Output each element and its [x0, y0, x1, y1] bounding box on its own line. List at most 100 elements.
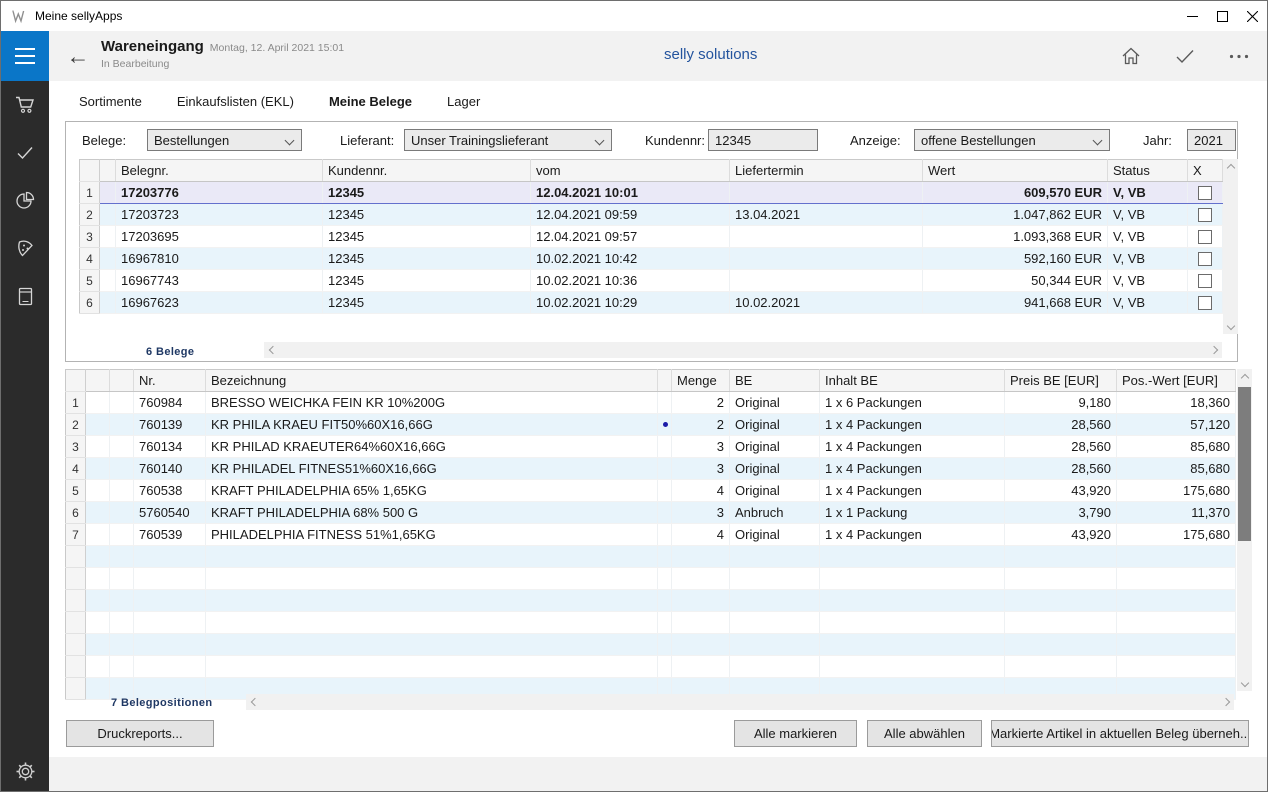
cell-kundennr[interactable]: 12345: [323, 292, 531, 314]
beleg-row[interactable]: 3 172036951234512.04.2021 09:57 1.093,368 …: [80, 226, 1223, 248]
tab-lager[interactable]: Lager: [447, 94, 480, 109]
cell-nr[interactable]: 760140: [134, 458, 206, 480]
cell-pos_wert[interactable]: 11,370: [1117, 502, 1236, 524]
cell-nr[interactable]: 760134: [134, 436, 206, 458]
lieferant-filter-select[interactable]: Unser Trainingslieferant: [404, 129, 612, 151]
col-header-nr[interactable]: Nr.: [134, 370, 206, 392]
cell-pos_wert[interactable]: 85,680: [1117, 436, 1236, 458]
cell-vom[interactable]: 10.02.2021 10:42: [531, 248, 730, 270]
row-number[interactable]: 2: [80, 204, 100, 226]
cell-nr[interactable]: 760539: [134, 524, 206, 546]
col-header-preis[interactable]: Preis BE [EUR]: [1005, 370, 1117, 392]
position-row[interactable]: 2760139KR PHILA KRAEU FIT50%60X16,66G2Or…: [66, 414, 1236, 436]
cell-kundennr[interactable]: 12345: [323, 226, 531, 248]
cell-wert[interactable]: 1.093,368 EUR: [923, 226, 1108, 248]
cell-menge[interactable]: 3: [672, 458, 730, 480]
col-header-belegnr[interactable]: Belegnr.: [116, 160, 323, 182]
jahr-input[interactable]: 2021: [1187, 129, 1236, 151]
col-header-wert[interactable]: Wert: [923, 160, 1108, 182]
row-number[interactable]: 3: [80, 226, 100, 248]
cell-be[interactable]: Original: [730, 414, 820, 436]
position-row[interactable]: 1760984BRESSO WEICHKA FEIN KR 10%200G2Or…: [66, 392, 1236, 414]
cell-liefertermin[interactable]: 13.04.2021: [730, 204, 923, 226]
cell-pos_wert[interactable]: 18,360: [1117, 392, 1236, 414]
cell-checkbox[interactable]: [1188, 248, 1223, 270]
cell-kundennr[interactable]: 12345: [323, 182, 531, 204]
sidebar-item-pizza[interactable]: [1, 231, 49, 265]
uebernehmen-button[interactable]: Markierte Artikel in aktuellen Beleg übe…: [991, 720, 1249, 747]
hamburger-menu-button[interactable]: [1, 31, 49, 81]
cell-checkbox[interactable]: [1188, 270, 1223, 292]
sidebar-item-settings[interactable]: [1, 754, 49, 788]
row-number[interactable]: 1: [66, 392, 86, 414]
scroll-up-arrow-icon[interactable]: [1223, 161, 1238, 174]
cell-menge[interactable]: 3: [672, 436, 730, 458]
row-number[interactable]: 7: [66, 524, 86, 546]
cell-status[interactable]: V, VB: [1108, 248, 1188, 270]
belege-vertical-scrollbar[interactable]: [1223, 159, 1238, 334]
cell-checkbox[interactable]: [1188, 204, 1223, 226]
cell-nr[interactable]: 760139: [134, 414, 206, 436]
cell-nr[interactable]: 760538: [134, 480, 206, 502]
row-select-checkbox[interactable]: [1198, 296, 1212, 310]
row-number[interactable]: 6: [66, 502, 86, 524]
row-select-checkbox[interactable]: [1198, 252, 1212, 266]
cell-status[interactable]: V, VB: [1108, 204, 1188, 226]
row-number[interactable]: 5: [66, 480, 86, 502]
beleg-row[interactable]: 2172037231234512.04.2021 09:5913.04.2021…: [80, 204, 1223, 226]
sidebar-item-check[interactable]: [1, 136, 49, 170]
scrollbar-thumb[interactable]: [1238, 387, 1251, 541]
cell-nr[interactable]: 760984: [134, 392, 206, 414]
cell-nr[interactable]: 5760540: [134, 502, 206, 524]
cell-be[interactable]: Anbruch: [730, 502, 820, 524]
scroll-left-arrow-icon[interactable]: [266, 342, 279, 358]
maximize-button[interactable]: [1207, 1, 1237, 31]
cell-vom[interactable]: 12.04.2021 09:57: [531, 226, 730, 248]
scroll-right-arrow-icon[interactable]: [1219, 694, 1232, 710]
cell-status[interactable]: V, VB: [1108, 226, 1188, 248]
cell-inhalt[interactable]: 1 x 6 Packungen: [820, 392, 1005, 414]
cell-vom[interactable]: 12.04.2021 09:59: [531, 204, 730, 226]
row-select-checkbox[interactable]: [1198, 208, 1212, 222]
cell-bezeichnung[interactable]: PHILADELPHIA FITNESS 51%1,65KG: [206, 524, 658, 546]
cell-be[interactable]: Original: [730, 392, 820, 414]
cell-preis[interactable]: 9,180: [1005, 392, 1117, 414]
position-row[interactable]: 4760140KR PHILADEL FITNES51%60X16,66G3Or…: [66, 458, 1236, 480]
alle-abwaehlen-button[interactable]: Alle abwählen: [867, 720, 982, 747]
position-row[interactable]: 7760539PHILADELPHIA FITNESS 51%1,65KG4Or…: [66, 524, 1236, 546]
confirm-button[interactable]: [1169, 40, 1201, 72]
row-number[interactable]: 4: [80, 248, 100, 270]
cell-liefertermin[interactable]: 10.02.2021: [730, 292, 923, 314]
more-options-button[interactable]: [1223, 40, 1255, 72]
cell-status[interactable]: V, VB: [1108, 292, 1188, 314]
cell-liefertermin[interactable]: [730, 270, 923, 292]
cell-preis[interactable]: 28,560: [1005, 458, 1117, 480]
cell-menge[interactable]: 3: [672, 502, 730, 524]
cell-wert[interactable]: 941,668 EUR: [923, 292, 1108, 314]
cell-preis[interactable]: 28,560: [1005, 414, 1117, 436]
druckreports-button[interactable]: Druckreports...: [66, 720, 214, 747]
beleg-row[interactable]: 4169678101234510.02.2021 10:42592,160 EU…: [80, 248, 1223, 270]
cell-inhalt[interactable]: 1 x 4 Packungen: [820, 458, 1005, 480]
col-header-be[interactable]: BE: [730, 370, 820, 392]
sidebar-item-book[interactable]: [1, 279, 49, 313]
cell-status[interactable]: V, VB: [1108, 182, 1188, 204]
belege-horizontal-scrollbar[interactable]: [264, 342, 1222, 358]
position-row[interactable]: 65760540KRAFT PHILADELPHIA 68% 500 G3Anb…: [66, 502, 1236, 524]
cell-inhalt[interactable]: 1 x 4 Packungen: [820, 436, 1005, 458]
cell-be[interactable]: Original: [730, 436, 820, 458]
cell-belegnr[interactable]: 16967623: [116, 292, 323, 314]
cell-vom[interactable]: 10.02.2021 10:36: [531, 270, 730, 292]
beleg-row[interactable]: 6169676231234510.02.2021 10:2910.02.2021…: [80, 292, 1223, 314]
kundennr-input[interactable]: 12345: [708, 129, 818, 151]
cell-belegnr[interactable]: 17203695: [116, 226, 323, 248]
scroll-down-arrow-icon[interactable]: [1237, 676, 1252, 689]
scroll-up-arrow-icon[interactable]: [1237, 371, 1252, 384]
col-header-liefertermin[interactable]: Liefertermin: [730, 160, 923, 182]
cell-inhalt[interactable]: 1 x 1 Packung: [820, 502, 1005, 524]
cell-belegnr[interactable]: 16967810: [116, 248, 323, 270]
scroll-right-arrow-icon[interactable]: [1207, 342, 1220, 358]
cell-inhalt[interactable]: 1 x 4 Packungen: [820, 480, 1005, 502]
positions-vertical-scrollbar[interactable]: [1237, 369, 1252, 691]
close-button[interactable]: [1237, 1, 1267, 31]
